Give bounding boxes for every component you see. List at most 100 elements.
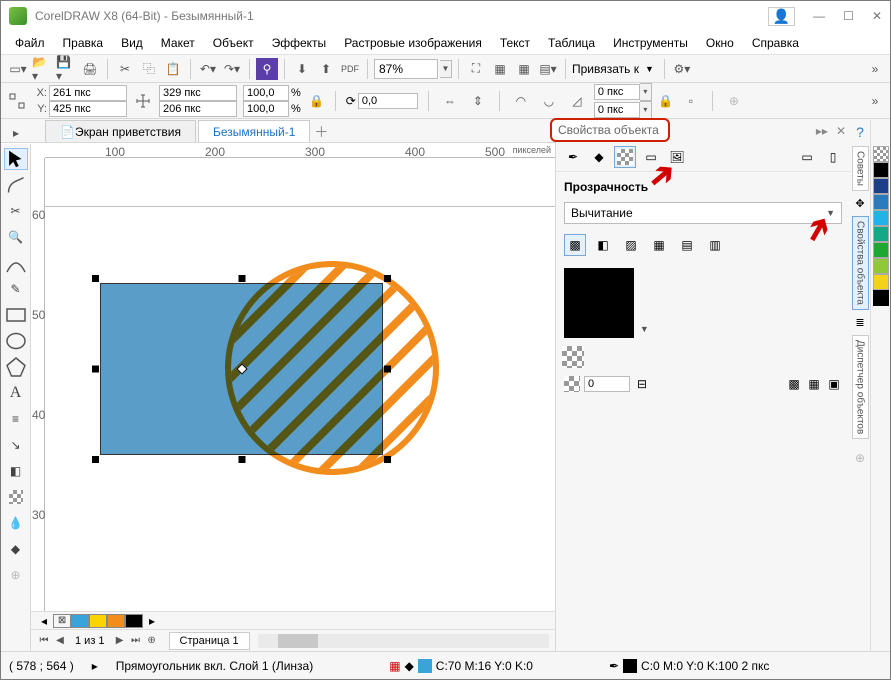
fountain-transp-icon[interactable]: ◧ bbox=[592, 234, 614, 256]
layers-button[interactable]: ▤▾ bbox=[537, 58, 559, 80]
status-stroke-swatch[interactable] bbox=[623, 659, 637, 673]
page-next[interactable]: ▶ bbox=[113, 634, 127, 648]
menu-object[interactable]: Объект bbox=[213, 36, 254, 50]
vswatch-blue[interactable] bbox=[873, 194, 889, 210]
y-field[interactable]: 425 пкс bbox=[49, 101, 127, 117]
status-fill-icon[interactable]: ◆ bbox=[405, 659, 414, 673]
corner2-field[interactable]: 0 пкс bbox=[594, 102, 640, 118]
vswatch-teal[interactable] bbox=[873, 226, 889, 242]
zoom-tool[interactable]: 🔍 bbox=[4, 226, 28, 248]
options-button[interactable]: ⚙▾ bbox=[671, 58, 693, 80]
shape-tool[interactable] bbox=[4, 174, 28, 196]
user-icon[interactable]: 👤 bbox=[768, 7, 795, 26]
parallel-tool[interactable]: ≡ bbox=[4, 408, 28, 430]
crop-tool[interactable]: ✂ bbox=[4, 200, 28, 222]
vswatch-none[interactable] bbox=[873, 146, 889, 162]
target-outline-icon[interactable]: ▦ bbox=[806, 376, 822, 392]
transparency-swatch[interactable] bbox=[564, 268, 634, 338]
export-button[interactable]: ⬆ bbox=[315, 58, 337, 80]
opacity-field[interactable]: 0 bbox=[584, 376, 630, 392]
page-first[interactable]: ⏮ bbox=[37, 634, 51, 648]
search-button[interactable]: ⚲ bbox=[256, 58, 278, 80]
open-button[interactable]: 📂▾ bbox=[31, 58, 53, 80]
scale-y-field[interactable]: 100,0 bbox=[243, 101, 289, 117]
view-mode1-icon[interactable]: ▭ bbox=[796, 146, 818, 168]
status-doc-icon[interactable]: ▦ bbox=[389, 659, 400, 673]
zoom-drop[interactable]: ▼ bbox=[440, 60, 452, 78]
add-button[interactable]: ⊕ bbox=[723, 90, 745, 112]
bitmap-tab-icon[interactable]: 🖼 bbox=[666, 146, 688, 168]
artistic-tool[interactable]: ✎ bbox=[4, 278, 28, 300]
new-tab-button[interactable]: ＋ bbox=[312, 122, 330, 142]
menu-text[interactable]: Текст bbox=[500, 36, 530, 50]
panel-collapse[interactable]: ▸▸ bbox=[812, 120, 832, 142]
rel-corner-button[interactable]: ▫ bbox=[680, 90, 702, 112]
uniform-transp-icon[interactable]: ▩ bbox=[564, 234, 586, 256]
zoom-field[interactable]: 87% bbox=[374, 59, 438, 79]
new-doc-button[interactable]: ▭▾ bbox=[7, 58, 29, 80]
overflow-button[interactable]: » bbox=[866, 58, 884, 80]
guide-line[interactable] bbox=[45, 206, 555, 207]
vtab-tips[interactable]: Советы bbox=[852, 146, 869, 191]
menu-table[interactable]: Таблица bbox=[548, 36, 595, 50]
x-field[interactable]: 261 пкс bbox=[49, 85, 127, 101]
swatch-none[interactable]: ⊠ bbox=[53, 614, 71, 628]
propbar-overflow[interactable]: » bbox=[866, 90, 884, 112]
redo-button[interactable]: ↷▾ bbox=[221, 58, 243, 80]
add-panel-button[interactable]: ⊕ bbox=[855, 451, 865, 465]
rectangle-object[interactable] bbox=[100, 283, 383, 455]
height-field[interactable]: 206 пкс bbox=[159, 101, 237, 117]
corner1-drop[interactable]: ▾ bbox=[640, 83, 652, 101]
panel-close[interactable]: ✕ bbox=[832, 120, 850, 142]
target-fill-icon[interactable]: ▩ bbox=[786, 376, 802, 392]
snap-label[interactable]: Привязать к bbox=[572, 62, 639, 76]
status-fill-swatch[interactable] bbox=[418, 659, 432, 673]
target-both-icon[interactable]: ▣ bbox=[826, 376, 842, 392]
scale-x-field[interactable]: 100,0 bbox=[243, 85, 289, 101]
ellipse-tool[interactable] bbox=[4, 330, 28, 352]
vswatch-scroll-down[interactable] bbox=[873, 290, 889, 306]
vswatch-green[interactable] bbox=[873, 242, 889, 258]
status-next-icon[interactable]: ▸ bbox=[92, 659, 98, 673]
tab-document[interactable]: Безымянный-1 bbox=[198, 120, 310, 142]
merge-mode-combo[interactable]: Вычитание▼ bbox=[564, 202, 842, 224]
maximize-button[interactable]: ☐ bbox=[843, 9, 854, 23]
vswatch-lime[interactable] bbox=[873, 258, 889, 274]
menu-window[interactable]: Окно bbox=[706, 36, 734, 50]
add-tool-button[interactable]: ⊕ bbox=[4, 564, 28, 586]
grid-button[interactable]: ▦ bbox=[489, 58, 511, 80]
pick-tool[interactable] bbox=[4, 148, 28, 170]
menu-bitmap[interactable]: Растровые изображения bbox=[344, 36, 482, 50]
swatch-cyan[interactable] bbox=[71, 614, 89, 628]
connector-tool[interactable]: ↘ bbox=[4, 434, 28, 456]
lock-corners-button[interactable]: 🔒 bbox=[658, 85, 674, 117]
vswatch-navy[interactable] bbox=[873, 178, 889, 194]
panel-title[interactable]: Свойства объекта bbox=[550, 118, 670, 142]
pdf-button[interactable]: PDF bbox=[339, 58, 361, 80]
palette-right[interactable]: ▸ bbox=[143, 614, 161, 628]
close-button[interactable]: ✕ bbox=[872, 9, 882, 23]
mirror-h-button[interactable]: ⇔ bbox=[439, 90, 461, 112]
lock-ratio-button[interactable]: 🔒 bbox=[309, 85, 325, 117]
eyedropper-tool[interactable]: 💧 bbox=[4, 512, 28, 534]
corner-round-icon[interactable]: ◠ bbox=[510, 90, 532, 112]
vtab-properties[interactable]: Свойства объекта bbox=[852, 216, 869, 310]
swatch-orange[interactable] bbox=[107, 614, 125, 628]
status-pen-icon[interactable]: ✒ bbox=[609, 659, 619, 673]
width-field[interactable]: 329 пкс bbox=[159, 85, 237, 101]
vtab-pointer-icon[interactable]: ✥ bbox=[855, 197, 864, 210]
pixel-button[interactable]: ▦ bbox=[513, 58, 535, 80]
outline-tab-icon[interactable]: ✒ bbox=[562, 146, 584, 168]
text-tool[interactable]: A bbox=[4, 382, 28, 404]
page-last[interactable]: ⏭ bbox=[129, 634, 143, 648]
minimize-button[interactable]: — bbox=[813, 9, 825, 23]
rectangle-tool[interactable] bbox=[4, 304, 28, 326]
transparency-tool[interactable] bbox=[4, 486, 28, 508]
fill-tab-icon[interactable]: ◆ bbox=[588, 146, 610, 168]
mirror-v-button[interactable]: ⇕ bbox=[467, 90, 489, 112]
menu-tools[interactable]: Инструменты bbox=[613, 36, 688, 50]
corner2-drop[interactable]: ▾ bbox=[640, 101, 652, 119]
save-button[interactable]: 💾▾ bbox=[55, 58, 77, 80]
cut-button[interactable]: ✂ bbox=[114, 58, 136, 80]
menu-edit[interactable]: Правка bbox=[63, 36, 104, 50]
